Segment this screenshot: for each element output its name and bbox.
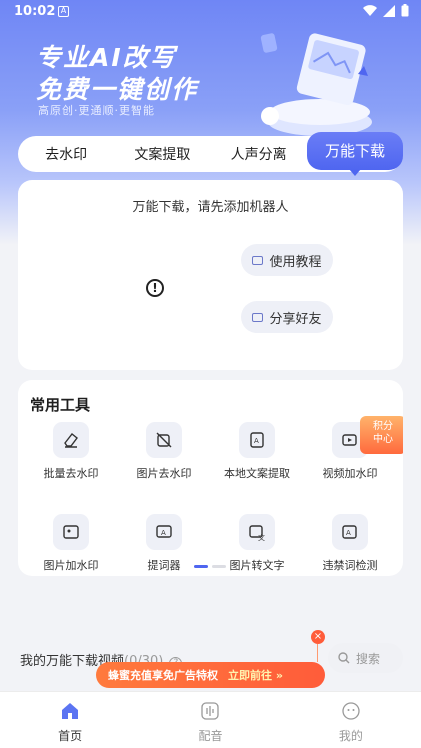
points-center-badge[interactable]: 积分 中心 — [360, 416, 403, 454]
tool-image-watermark[interactable]: 图片加水印 — [26, 514, 116, 573]
tool-label: 视频加水印 — [322, 467, 378, 480]
tool-label: 本地文案提取 — [224, 467, 290, 480]
system-icons — [363, 4, 409, 17]
teleprompter-icon: A — [146, 514, 182, 550]
feature-tabs: 去水印 文案提取 人声分离 万能下载 — [18, 132, 403, 176]
tab-vocal-separation[interactable]: 人声分离 — [211, 144, 307, 164]
download-card: 万能下载，请先添加机器人 ! 使用教程 分享好友 — [18, 180, 403, 370]
share-friends-button[interactable]: 分享好友 — [241, 301, 333, 333]
image-erase-icon — [146, 422, 182, 458]
search-input[interactable]: 搜索 — [328, 643, 403, 673]
wifi-icon — [363, 4, 377, 16]
download-message: 万能下载，请先添加机器人 — [132, 200, 289, 215]
battery-icon — [401, 4, 409, 17]
search-placeholder: 搜索 — [356, 651, 381, 666]
tool-local-text-extraction[interactable]: A 本地文案提取 — [212, 422, 302, 481]
tab-universal-download[interactable]: 万能下载 — [307, 132, 403, 176]
tool-image-watermark-removal[interactable]: 图片去水印 — [119, 422, 209, 481]
tool-label: 违禁词检测 — [322, 559, 378, 572]
close-icon[interactable]: × — [311, 630, 325, 644]
promo-connector — [317, 644, 318, 662]
tab-watermark-removal[interactable]: 去水印 — [18, 144, 114, 164]
page-dot — [212, 565, 226, 568]
search-icon — [338, 652, 350, 664]
tutorial-button[interactable]: 使用教程 — [241, 244, 333, 276]
tool-label: 图片去水印 — [136, 467, 192, 480]
book-icon — [252, 255, 264, 265]
promo-text: 蜂蜜充值享免广告特权 — [108, 669, 218, 682]
notification-a-icon: A — [58, 6, 69, 17]
audio-wave-icon — [201, 702, 220, 720]
nav-profile-label: 我的 — [338, 729, 363, 743]
tool-banned-word-check[interactable]: A 违禁词检测 — [305, 514, 395, 573]
tool-batch-watermark-removal[interactable]: 批量去水印 — [26, 422, 116, 481]
image-icon — [53, 514, 89, 550]
share-label: 分享好友 — [269, 311, 322, 327]
alert-icon: ! — [146, 279, 164, 297]
banner-subtitle: 高原创·更通顺·更智能 — [38, 104, 155, 117]
badge-line2: 中心 — [373, 434, 393, 445]
promo-banner[interactable]: 蜂蜜充值享免广告特权 立即前往 » — [96, 662, 325, 688]
page-indicator — [194, 565, 226, 568]
svg-text:A: A — [161, 529, 166, 537]
tab-text-extraction[interactable]: 文案提取 — [114, 144, 210, 164]
eraser-icon — [53, 422, 89, 458]
svg-text:A: A — [254, 437, 259, 445]
nav-home-label: 首页 — [58, 729, 83, 743]
nav-profile[interactable]: 我的 — [281, 692, 421, 748]
signal-icon — [383, 4, 395, 17]
bottom-nav: 首页 配音 我的 — [0, 691, 421, 748]
status-bar: 10:02 A — [0, 0, 421, 24]
text-scan-icon: A — [239, 422, 275, 458]
profile-face-icon — [342, 702, 360, 720]
promo-action[interactable]: 立即前往 » — [228, 667, 283, 683]
nav-dubbing-label: 配音 — [198, 729, 223, 743]
tutorial-label: 使用教程 — [269, 254, 322, 270]
svg-text:文: 文 — [258, 533, 265, 541]
tool-label: 批量去水印 — [43, 467, 99, 480]
page-dot-active — [194, 565, 208, 568]
image-text-icon: 文 — [239, 514, 275, 550]
share-icon — [252, 312, 264, 322]
nav-home[interactable]: 首页 — [0, 692, 140, 748]
banner-title-line1: 专业AI改写 — [36, 43, 177, 72]
check-text-icon: A — [332, 514, 368, 550]
tool-label: 图片加水印 — [43, 559, 99, 572]
svg-text:A: A — [346, 529, 351, 537]
tools-title: 常用工具 — [30, 396, 91, 414]
common-tools-panel: 常用工具 批量去水印 图片去水印 A 本地文案提取 视频加水印 积分 中心 图片… — [18, 380, 403, 576]
banner-illustration-icon — [260, 33, 372, 136]
banner-title: 专业AI改写 免费一键创作 — [36, 42, 198, 106]
status-time: 10:02 — [14, 4, 56, 19]
nav-dubbing[interactable]: 配音 — [140, 692, 280, 748]
home-icon — [62, 703, 79, 719]
badge-line1: 积分 — [373, 421, 393, 432]
